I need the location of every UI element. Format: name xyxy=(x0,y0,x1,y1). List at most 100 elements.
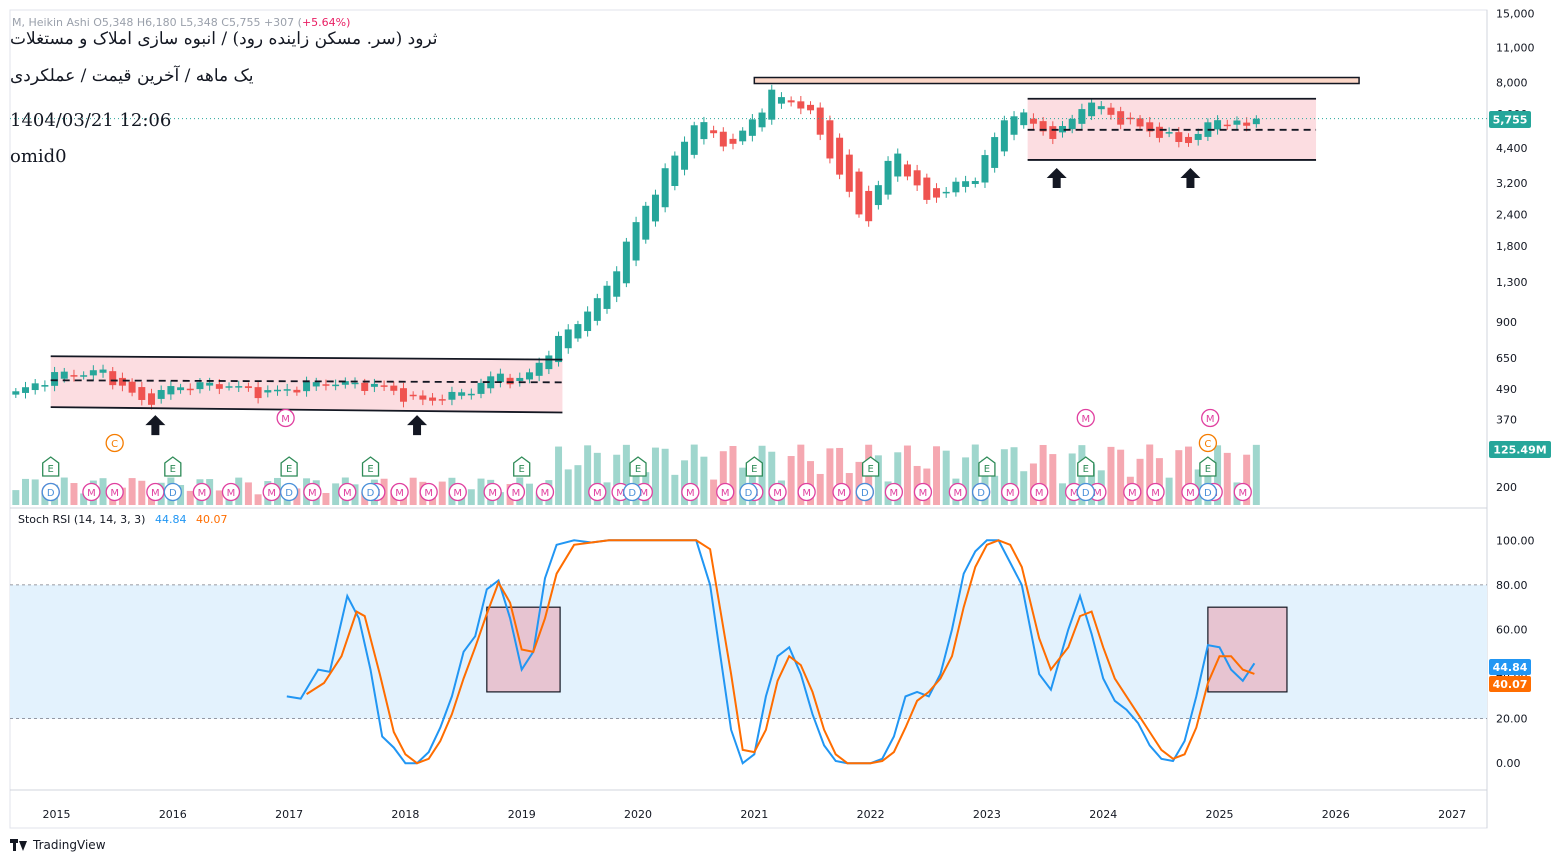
marker-letter: E xyxy=(635,464,641,475)
candle-body xyxy=(196,382,204,390)
candle-body xyxy=(729,138,737,144)
chart-title: ثرود (سر. مسکن زاینده رود) / انبوه سازی … xyxy=(10,29,438,49)
candle-body xyxy=(22,387,29,393)
candle-body xyxy=(186,388,194,391)
candle-body xyxy=(758,112,766,128)
stoch-tick-label: 0.00 xyxy=(1496,757,1521,770)
marker-letter: C xyxy=(1204,439,1211,450)
year-tick-label: 2015 xyxy=(43,808,71,821)
candle-body xyxy=(419,395,427,400)
candle-body xyxy=(41,385,49,387)
candle-body xyxy=(351,382,359,385)
volume-bar xyxy=(12,490,20,505)
candle-body xyxy=(283,389,291,391)
candle-body xyxy=(787,100,795,103)
candle-body xyxy=(593,298,601,321)
candle-body xyxy=(884,160,892,195)
candle-body xyxy=(109,371,117,386)
marker-letter: M xyxy=(151,488,160,499)
marker-letter: E xyxy=(1083,464,1089,475)
tradingview-logo[interactable]: TradingView xyxy=(10,838,106,852)
last-price-text: 5,755 xyxy=(1493,114,1528,127)
marker-letter: D xyxy=(977,488,985,499)
marker-letter: E xyxy=(367,464,373,475)
tradingview-logo-icon xyxy=(10,839,28,851)
candle-body xyxy=(264,390,272,393)
price-tick-label: 2,400 xyxy=(1496,209,1528,222)
price-tick-label: 370 xyxy=(1496,414,1517,427)
candle-body xyxy=(1068,118,1076,130)
candle-body xyxy=(1165,132,1173,134)
candle-body xyxy=(923,177,931,200)
candle-body xyxy=(148,393,155,405)
year-tick-label: 2016 xyxy=(159,808,187,821)
marker-letter: M xyxy=(453,488,462,499)
candle-body xyxy=(1185,136,1192,144)
volume-bar xyxy=(409,477,417,505)
up-arrow-icon xyxy=(407,415,428,436)
price-tick-label: 650 xyxy=(1496,352,1517,365)
marker-letter: D xyxy=(47,488,55,499)
volume-bar xyxy=(661,448,669,505)
candle-body xyxy=(845,154,853,192)
marker-letter: M xyxy=(1238,488,1247,499)
candle-body xyxy=(89,370,97,376)
volume-bar xyxy=(991,475,999,505)
stoch-legend[interactable]: Stoch RSI (14, 14, 3, 3) 44.84 40.07 xyxy=(18,513,227,526)
candle-body xyxy=(981,155,989,183)
candle-body xyxy=(60,371,68,379)
candle-body xyxy=(525,372,533,380)
candle-body xyxy=(303,381,311,392)
volume-bar xyxy=(564,469,572,505)
candle-body xyxy=(477,382,485,394)
volume-bar xyxy=(700,456,708,505)
marker-letter: M xyxy=(1006,488,1015,499)
volume-bar xyxy=(254,494,262,505)
volume-bar xyxy=(1049,454,1057,505)
candle-body xyxy=(235,386,243,388)
marker-letter: C xyxy=(111,439,118,450)
candle-body xyxy=(642,205,650,240)
candle-body xyxy=(254,387,262,399)
ohlc-values: M, Heikin Ashi O5,348 H6,180 L5,348 C5,7… xyxy=(12,16,302,29)
candle-body xyxy=(312,382,320,387)
candle-body xyxy=(1078,109,1086,124)
candle-body xyxy=(681,141,689,170)
volume-bar xyxy=(22,478,29,505)
stoch-d-text: 40.07 xyxy=(1493,678,1528,691)
chart-datetime: 1404/03/21 12:06 xyxy=(10,110,172,131)
candle-body xyxy=(661,168,669,208)
volume-bar xyxy=(671,474,679,505)
candle-body xyxy=(574,324,582,339)
stoch-legend-d: 40.07 xyxy=(195,513,228,526)
marker-letter: M xyxy=(227,488,236,499)
marker-letter: M xyxy=(87,488,96,499)
marker-letter: M xyxy=(424,488,433,499)
marker-letter: M xyxy=(1035,488,1044,499)
volume-bar xyxy=(574,465,582,505)
candle-body xyxy=(768,89,776,120)
candle-body xyxy=(826,120,834,159)
volume-bar xyxy=(438,481,446,505)
candle-body xyxy=(1107,107,1115,115)
year-tick-label: 2020 xyxy=(624,808,652,821)
price-labels: 5,755 125.49M 44.84 40.07 xyxy=(1489,111,1551,692)
candle-body xyxy=(962,181,970,187)
candle-body xyxy=(894,153,902,177)
candle-body xyxy=(1155,126,1163,138)
candle-body xyxy=(361,382,369,391)
candle-body xyxy=(836,137,844,175)
candle-body xyxy=(1049,126,1057,139)
price-tick-label: 490 xyxy=(1496,383,1517,396)
marker-letter: M xyxy=(837,488,846,499)
candle-body xyxy=(739,130,747,142)
up-arrow-icon xyxy=(1180,167,1201,188)
candle-body xyxy=(118,377,126,386)
candle-body xyxy=(138,387,146,400)
candle-body xyxy=(409,394,417,397)
candle-body xyxy=(1243,122,1251,126)
volume-bar xyxy=(244,482,252,505)
candle-body xyxy=(332,384,340,387)
year-tick-label: 2027 xyxy=(1438,808,1466,821)
marker-letter: M xyxy=(919,488,928,499)
